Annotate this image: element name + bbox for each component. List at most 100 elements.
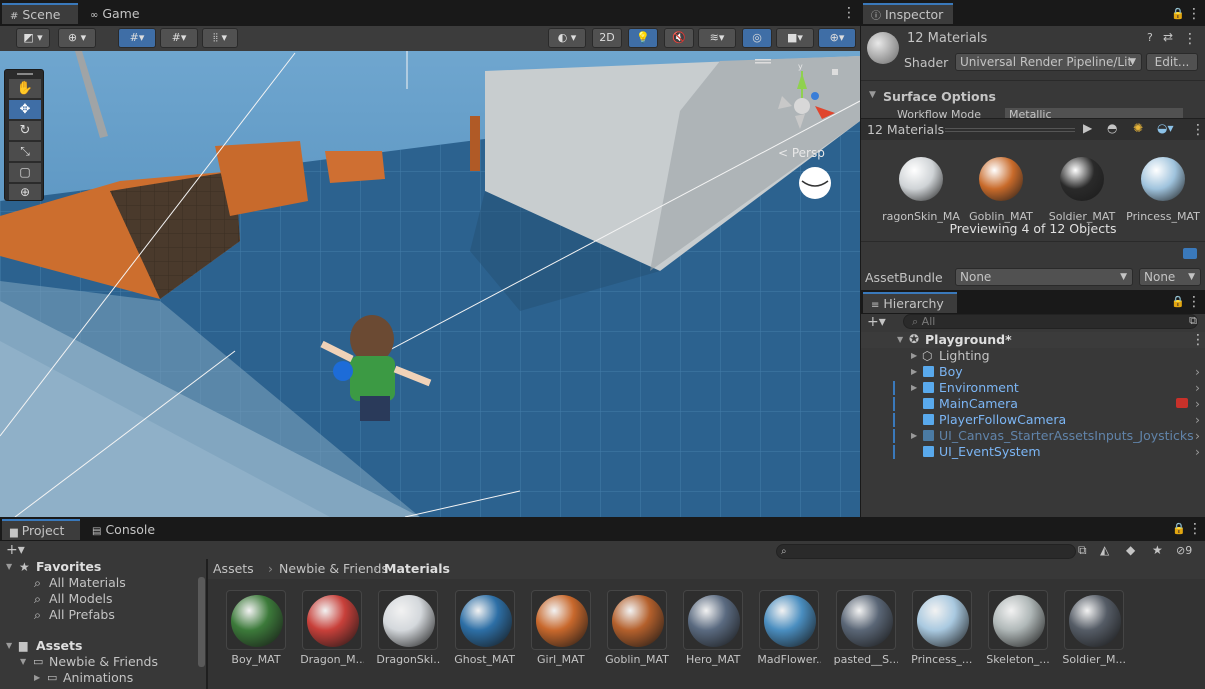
scene-viewport[interactable]: < Persp y ✋ ✥ ↻ ⤡ ▢ ⊕ bbox=[0, 51, 860, 517]
asset-item[interactable]: MadFlower... bbox=[757, 590, 821, 670]
hierarchy-item[interactable]: ▶ Environment › bbox=[861, 380, 1204, 396]
asset-item[interactable]: Goblin_MAT bbox=[605, 590, 669, 670]
mesh-icon[interactable]: ◓ bbox=[1107, 121, 1117, 135]
tab-scene[interactable]: # Scene bbox=[2, 3, 78, 24]
audio-toggle[interactable]: 🔇 bbox=[664, 28, 694, 48]
overlay-handle[interactable] bbox=[17, 73, 33, 75]
inspector-more-icon[interactable]: ⋮ bbox=[1187, 7, 1201, 21]
asset-item[interactable]: DragonSki... bbox=[376, 590, 440, 670]
material-more-icon[interactable]: ⋮ bbox=[1183, 32, 1197, 46]
assetbundle-variant-dropdown[interactable]: None ▼ bbox=[1139, 268, 1201, 286]
expand-arrow-icon[interactable]: ▼ bbox=[6, 638, 12, 654]
chevron-right-icon[interactable]: › bbox=[1195, 396, 1200, 412]
tab-game[interactable]: ∞ Game bbox=[82, 3, 148, 24]
project-search-input[interactable]: ⌕ bbox=[776, 544, 1076, 559]
scene-more-icon[interactable]: ⋮ bbox=[842, 6, 856, 20]
help-icon[interactable]: ? bbox=[1147, 31, 1153, 44]
lock-icon[interactable]: 🔒 bbox=[1172, 522, 1186, 535]
light-icon[interactable]: ✺ bbox=[1133, 121, 1143, 135]
rotate-tool[interactable]: ↻ bbox=[9, 121, 41, 140]
asset-item[interactable]: pasted__S... bbox=[834, 590, 898, 670]
filter-label-icon[interactable]: ◆ bbox=[1126, 543, 1135, 557]
tab-hierarchy[interactable]: ≡ Hierarchy bbox=[863, 292, 957, 313]
tab-project[interactable]: ▆ Project bbox=[2, 519, 80, 540]
transform-tool[interactable]: ⊕ bbox=[9, 184, 41, 200]
gizmos-dropdown[interactable]: ⊕▾ bbox=[818, 28, 856, 48]
expand-arrow-icon[interactable]: ▶ bbox=[911, 428, 917, 444]
breadcrumb-assets[interactable]: Assets bbox=[213, 559, 254, 579]
rect-tool[interactable]: ▢ bbox=[9, 163, 41, 182]
favorites-row[interactable]: ▼ ★ Favorites bbox=[0, 559, 200, 575]
asset-item[interactable]: Skeleton_... bbox=[986, 590, 1050, 670]
expand-arrow-icon[interactable]: ▼ bbox=[20, 654, 26, 670]
preview-drag-handle[interactable] bbox=[945, 128, 1075, 129]
material-preview[interactable]: Goblin_MAT bbox=[961, 157, 1041, 223]
chevron-right-icon[interactable]: › bbox=[1195, 380, 1200, 396]
fav-item-all-models[interactable]: ⌕ All Models bbox=[0, 591, 200, 607]
snap-toggle[interactable]: #▾ bbox=[160, 28, 198, 48]
asset-item[interactable]: Ghost_MAT bbox=[453, 590, 517, 670]
2d-toggle[interactable]: 2D bbox=[592, 28, 622, 48]
visibility-toggle[interactable]: ◎ bbox=[742, 28, 772, 48]
search-options-icon[interactable]: ⧉ bbox=[1078, 543, 1087, 558]
tree-scrollbar[interactable] bbox=[198, 577, 205, 667]
hierarchy-item[interactable]: PlayerFollowCamera › bbox=[861, 412, 1204, 428]
label-icon[interactable] bbox=[1183, 248, 1197, 259]
add-object-button[interactable]: +▾ bbox=[867, 314, 886, 330]
surface-options-header[interactable]: ▼ Surface Options bbox=[869, 89, 996, 104]
fav-item-all-materials[interactable]: ⌕ All Materials bbox=[0, 575, 200, 591]
effects-dropdown[interactable]: ≋▾ bbox=[698, 28, 736, 48]
move-tool[interactable]: ✥ bbox=[9, 100, 41, 119]
hierarchy-search-input[interactable]: ⌕ All ⧉ bbox=[903, 314, 1198, 329]
asset-item[interactable]: Hero_MAT bbox=[681, 590, 745, 670]
tab-console[interactable]: ▤ Console bbox=[84, 519, 166, 540]
assets-row[interactable]: ▼ ▆ Assets bbox=[0, 638, 200, 654]
chevron-right-icon[interactable]: › bbox=[1195, 412, 1200, 428]
scale-tool[interactable]: ⤡ bbox=[9, 142, 41, 161]
persp-label[interactable]: < Persp bbox=[778, 146, 825, 160]
material-preview[interactable]: ragonSkin_MA bbox=[881, 157, 961, 223]
tree-item-newbie[interactable]: ▼ ▭ Newbie & Friends bbox=[0, 654, 200, 670]
chevron-right-icon[interactable]: › bbox=[1195, 428, 1200, 444]
draw-mode-dropdown[interactable]: ◩ ▾ bbox=[16, 28, 50, 48]
hierarchy-item[interactable]: ▶ UI_Canvas_StarterAssetsInputs_Joysticks… bbox=[861, 428, 1204, 444]
lock-icon[interactable]: 🔒 bbox=[1171, 7, 1185, 20]
hidden-packages-toggle[interactable]: ⊘9 bbox=[1176, 544, 1192, 557]
expand-arrow-icon[interactable]: ▶ bbox=[911, 380, 917, 396]
scene-row[interactable]: ▼ ✪ Playground* ⋮ bbox=[861, 332, 1205, 348]
asset-item[interactable]: Soldier_M... bbox=[1062, 590, 1126, 670]
search-options-icon[interactable]: ⧉ bbox=[1189, 314, 1197, 327]
expand-arrow-icon[interactable]: ▼ bbox=[897, 335, 903, 344]
shading-dropdown[interactable]: ◐ ▾ bbox=[548, 28, 586, 48]
scene-more-icon[interactable]: ⋮ bbox=[1191, 333, 1205, 347]
global-dropdown[interactable]: ⊕ ▾ bbox=[58, 28, 96, 48]
favorite-star-icon[interactable]: ★ bbox=[1152, 543, 1163, 557]
project-more-icon[interactable]: ⋮ bbox=[1188, 522, 1202, 536]
play-icon[interactable]: ▶ bbox=[1083, 121, 1092, 135]
asset-item[interactable]: Princess_... bbox=[910, 590, 974, 670]
preview-more-icon[interactable]: ⋮ bbox=[1191, 123, 1205, 137]
workflow-dropdown[interactable]: Metallic bbox=[1005, 108, 1183, 118]
create-asset-button[interactable]: +▾ bbox=[6, 542, 25, 558]
breadcrumb-materials[interactable]: Materials bbox=[384, 559, 450, 579]
expand-arrow-icon[interactable]: ▶ bbox=[911, 364, 917, 380]
hierarchy-more-icon[interactable]: ⋮ bbox=[1187, 295, 1201, 309]
breadcrumb-newbie[interactable]: Newbie & Friends bbox=[279, 559, 388, 579]
shader-dropdown[interactable]: Universal Render Pipeline/Lit ▼ bbox=[955, 53, 1142, 71]
hierarchy-item[interactable]: ▶ Boy › bbox=[861, 364, 1204, 380]
asset-item[interactable]: Girl_MAT bbox=[529, 590, 593, 670]
hierarchy-item[interactable]: UI_EventSystem › bbox=[861, 444, 1204, 460]
asset-item[interactable]: Boy_MAT bbox=[224, 590, 288, 670]
sphere-dropdown[interactable]: ◒▾ bbox=[1157, 121, 1174, 135]
hierarchy-item[interactable]: MainCamera › bbox=[861, 396, 1204, 412]
material-preview[interactable]: Soldier_MAT bbox=[1042, 157, 1122, 223]
tree-item-animations[interactable]: ▶ ▭ Animations bbox=[0, 670, 200, 686]
camera-dropdown[interactable]: ■▾ bbox=[776, 28, 814, 48]
fav-item-all-prefabs[interactable]: ⌕ All Prefabs bbox=[0, 607, 200, 623]
grid-toggle[interactable]: #▾ bbox=[118, 28, 156, 48]
hierarchy-item[interactable]: ▶ ⬡ Lighting bbox=[861, 348, 1204, 364]
expand-arrow-icon[interactable]: ▶ bbox=[911, 348, 917, 364]
expand-arrow-icon[interactable]: ▶ bbox=[34, 670, 40, 686]
chevron-right-icon[interactable]: › bbox=[1195, 444, 1200, 460]
chevron-right-icon[interactable]: › bbox=[1195, 364, 1200, 380]
